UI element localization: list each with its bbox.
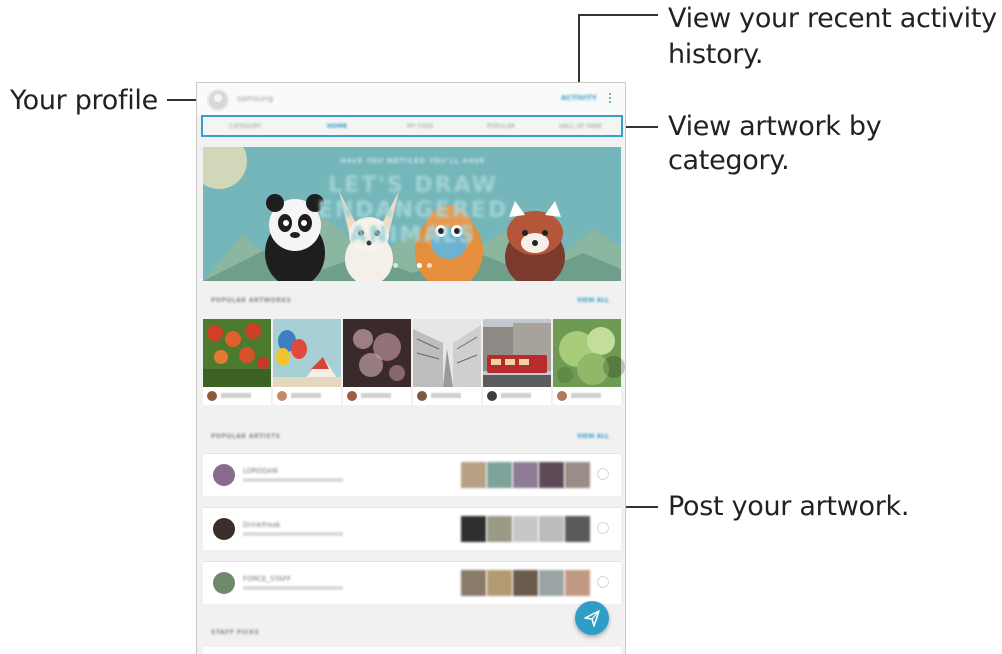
artist-name-placeholder [221,393,251,398]
staff-picks-title: STAFF PICKS [211,629,260,636]
leader-line-profile [167,99,199,101]
leader-line-activity-horizontal [578,14,658,16]
artist-avatar [557,391,567,401]
popular-artists-view-all[interactable]: VIEW ALL [577,433,609,440]
artist-row[interactable]: FORCE_STAFF [203,561,621,604]
artist-name-placeholder [571,393,601,398]
more-vert-icon[interactable] [609,93,612,107]
artist-avatar [207,391,217,401]
callout-activity-line2: history. [668,39,764,70]
link-icon[interactable] [597,522,609,534]
link-icon[interactable] [597,468,609,480]
link-icon[interactable] [597,576,609,588]
artist-name-placeholder [291,393,321,398]
post-artwork-button[interactable] [575,601,609,635]
callout-activity-line1: View your recent activity [668,3,997,34]
callout-category: View artwork by category. [668,111,882,176]
banner-headline: LET'S DRAW ENDANGERED ANIMALS [317,173,509,248]
promo-banner[interactable]: HAVE YOU NOTICED YOU'LL HAVE LET'S DRAW … [203,147,621,281]
avatar-head-icon [214,94,222,102]
category-tabs: CATEGORY HOME MY FEED POPULAR HALL OF FA… [201,115,623,137]
artist-avatar [213,464,235,486]
artist-name-placeholder [501,393,531,398]
artwork-card[interactable] [483,319,551,405]
artist-description-placeholder [243,586,343,590]
artist-row[interactable]: DrinkFreak [203,507,621,550]
artwork-card[interactable] [273,319,341,405]
artist-row[interactable]: LORDDAN [203,453,621,496]
chevron-right-icon[interactable] [603,356,625,378]
page-indicator-dot [393,263,398,268]
artist-avatar [347,391,357,401]
popular-artworks-title: POPULAR ARTWORKS [211,297,292,304]
leader-line-activity-vertical [578,14,580,90]
profile-username[interactable]: samsung [237,94,273,103]
banner-subtitle: HAVE YOU NOTICED YOU'LL HAVE [340,157,486,165]
artist-avatar [487,391,497,401]
artist-avatar [213,572,235,594]
artist-avatar [277,391,287,401]
artwork-carousel [203,319,623,405]
artist-name-placeholder [361,393,391,398]
tab-category[interactable]: CATEGORY [229,123,261,130]
profile-avatar[interactable] [207,89,229,111]
callout-post: Post your artwork. [668,491,910,522]
tab-my-feed[interactable]: MY FEED [407,123,433,130]
artist-description-placeholder [243,532,343,536]
artist-name: DrinkFreak [243,521,281,529]
artist-name: LORDDAN [243,467,278,475]
staff-picks-card[interactable] [203,647,621,654]
artwork-thumbnail [413,319,481,387]
artist-artwork-thumbnails [461,516,591,542]
artwork-thumbnail [203,319,271,387]
leader-line-category [626,126,658,128]
paper-plane-icon [584,610,600,627]
app-bar: samsung ACTIVITY [197,83,625,117]
artwork-card[interactable] [343,319,411,405]
artwork-card[interactable] [413,319,481,405]
popular-artists-title: POPULAR ARTISTS [211,433,281,440]
app-screen: samsung ACTIVITY CATEGORY HOME MY FEED P… [196,82,626,654]
callout-profile: Your profile [10,85,158,116]
artwork-thumbnail [343,319,411,387]
page-indicator-dot-active [417,263,422,268]
activity-button[interactable]: ACTIVITY [561,94,597,102]
tab-home[interactable]: HOME [327,123,347,130]
artwork-thumbnail [483,319,551,387]
artwork-card[interactable] [203,319,271,405]
artist-artwork-thumbnails [461,462,591,488]
artist-name-placeholder [431,393,461,398]
artist-avatar [213,518,235,540]
popular-artworks-view-all[interactable]: VIEW ALL [577,297,609,304]
artist-artwork-thumbnails [461,570,591,596]
tab-hall-of-fame[interactable]: HALL OF FAME [559,123,602,130]
page-indicator-dot [427,263,432,268]
artist-description-placeholder [243,478,343,482]
artist-name: FORCE_STAFF [243,575,291,583]
tab-popular[interactable]: POPULAR [487,123,515,130]
artwork-thumbnail [273,319,341,387]
artist-avatar [417,391,427,401]
